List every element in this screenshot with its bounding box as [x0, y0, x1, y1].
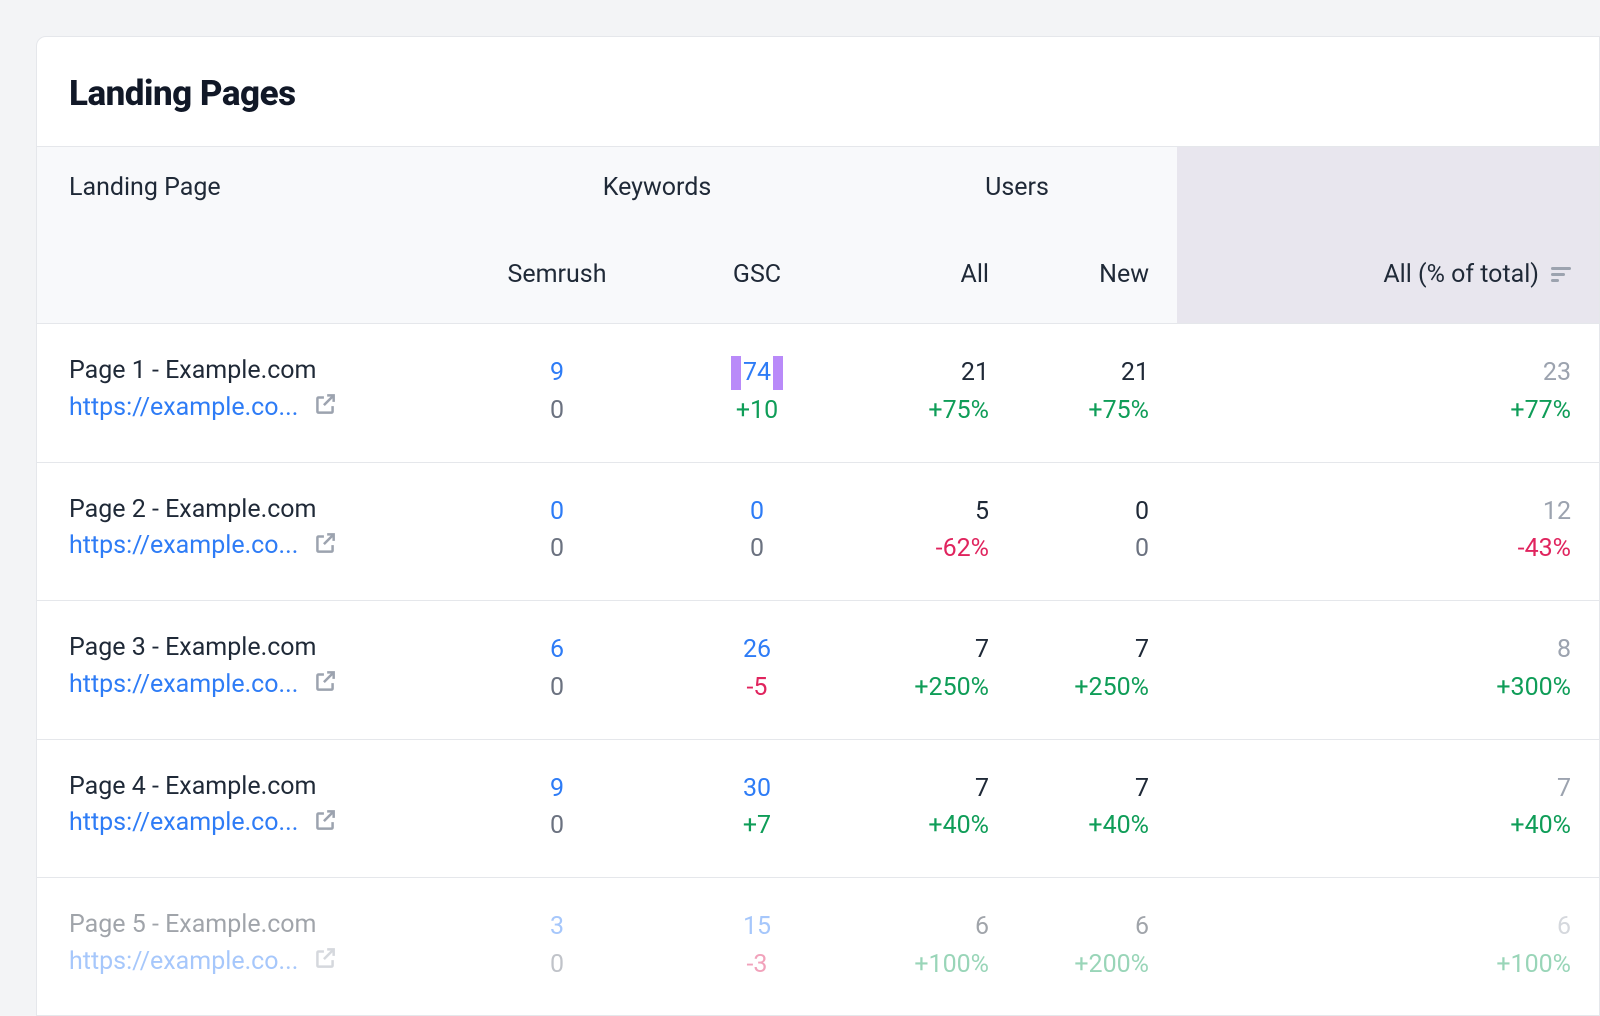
table-row: Page 3 - Example.com https://example.co..… — [37, 601, 1599, 740]
landing-page-url[interactable]: https://example.co... — [69, 531, 298, 560]
metric-cell: 00 — [457, 495, 657, 567]
metric-delta: 0 — [550, 671, 564, 705]
external-link-icon[interactable] — [312, 530, 338, 562]
metric-cell: 00 — [1017, 495, 1177, 567]
metric-delta: +7 — [743, 809, 771, 843]
metric-delta: 0 — [1135, 532, 1149, 566]
metric-cell: 6+100% — [1177, 910, 1599, 982]
metric-cell: 60 — [457, 633, 657, 705]
metric-delta: +100% — [1496, 948, 1571, 982]
col-group-users: Users — [857, 173, 1177, 202]
col-users-new[interactable]: New — [1017, 260, 1177, 289]
col-users-all[interactable]: All — [857, 260, 1017, 289]
landing-page-url[interactable]: https://example.co... — [69, 947, 298, 976]
metric-cell: 00 — [657, 495, 857, 567]
metric-delta: +10 — [736, 394, 778, 428]
metric-delta: +250% — [1074, 671, 1149, 705]
metric-cell: 5-62% — [857, 495, 1017, 567]
metric-delta: +250% — [914, 671, 989, 705]
external-link-icon[interactable] — [312, 668, 338, 700]
metric-cell: 7+40% — [1017, 772, 1177, 844]
metric-delta: +75% — [928, 394, 989, 428]
metric-delta: +40% — [1510, 809, 1571, 843]
external-link-icon[interactable] — [312, 807, 338, 839]
external-link-icon[interactable] — [312, 945, 338, 977]
metric-delta: 0 — [750, 532, 764, 566]
metric-delta: +200% — [1074, 948, 1149, 982]
metric-delta: 0 — [550, 394, 564, 428]
landing-page-title: Page 3 - Example.com — [69, 633, 457, 662]
col-gsc[interactable]: GSC — [657, 260, 857, 289]
metric-delta: +40% — [928, 809, 989, 843]
metric-delta: -5 — [747, 671, 768, 705]
metric-cell: 30+7 — [657, 772, 857, 844]
card-title: Landing Pages — [37, 37, 1599, 146]
metric-delta: 0 — [550, 532, 564, 566]
metric-delta: +40% — [1088, 809, 1149, 843]
metric-delta: +300% — [1496, 671, 1571, 705]
landing-page-cell: Page 4 - Example.com https://example.co..… — [37, 772, 457, 839]
col-semrush[interactable]: Semrush — [457, 260, 657, 289]
metric-cell: 7+250% — [857, 633, 1017, 705]
metric-delta: 0 — [550, 948, 564, 982]
metric-delta: -3 — [747, 948, 768, 982]
landing-page-title: Page 4 - Example.com — [69, 772, 457, 801]
metric-cell: 90 — [457, 356, 657, 428]
metric-cell: 74+10 — [657, 356, 857, 428]
landing-page-cell: Page 3 - Example.com https://example.co..… — [37, 633, 457, 700]
metric-cell: 90 — [457, 772, 657, 844]
metric-cell: 6+200% — [1017, 910, 1177, 982]
landing-page-cell: Page 5 - Example.com https://example.co..… — [37, 910, 457, 977]
table-row: Page 5 - Example.com https://example.co..… — [37, 878, 1599, 1016]
external-link-icon[interactable] — [312, 391, 338, 423]
metric-cell: 15-3 — [657, 910, 857, 982]
landing-page-url[interactable]: https://example.co... — [69, 670, 298, 699]
metric-cell: 30 — [457, 910, 657, 982]
metric-delta: -43% — [1518, 532, 1571, 566]
metric-cell: 23+77% — [1177, 356, 1599, 428]
table-header: Landing Page Keywords Users Semrush GSC … — [37, 146, 1599, 324]
landing-page-url[interactable]: https://example.co... — [69, 808, 298, 837]
col-sessions-all[interactable]: All (% of total) — [1177, 260, 1599, 289]
metric-cell: 21+75% — [857, 356, 1017, 428]
landing-page-url[interactable]: https://example.co... — [69, 393, 298, 422]
metric-cell: 7+250% — [1017, 633, 1177, 705]
col-sessions-all-label: All (% of total) — [1383, 260, 1539, 289]
col-group-keywords: Keywords — [457, 173, 857, 202]
table-row: Page 1 - Example.com https://example.co..… — [37, 324, 1599, 463]
landing-page-title: Page 1 - Example.com — [69, 356, 457, 385]
sort-desc-icon — [1551, 267, 1571, 283]
metric-cell: 7+40% — [857, 772, 1017, 844]
landing-page-cell: Page 1 - Example.com https://example.co..… — [37, 356, 457, 423]
table-row: Page 4 - Example.com https://example.co..… — [37, 740, 1599, 879]
metric-delta: 0 — [550, 809, 564, 843]
metric-cell: 8+300% — [1177, 633, 1599, 705]
metric-delta: +100% — [914, 948, 989, 982]
metric-delta: +75% — [1088, 394, 1149, 428]
col-landing-page[interactable]: Landing Page — [37, 173, 457, 202]
landing-page-cell: Page 2 - Example.com https://example.co..… — [37, 495, 457, 562]
metric-cell: 26-5 — [657, 633, 857, 705]
landing-pages-card: Landing Pages Landing Page Keywords User… — [36, 36, 1600, 1016]
table-row: Page 2 - Example.com https://example.co..… — [37, 463, 1599, 602]
landing-page-title: Page 2 - Example.com — [69, 495, 457, 524]
landing-page-title: Page 5 - Example.com — [69, 910, 457, 939]
metric-cell: 7+40% — [1177, 772, 1599, 844]
metric-delta: +77% — [1510, 394, 1571, 428]
table-body: Page 1 - Example.com https://example.co..… — [37, 324, 1599, 1016]
metric-cell: 12-43% — [1177, 495, 1599, 567]
metric-cell: 6+100% — [857, 910, 1017, 982]
metric-cell: 21+75% — [1017, 356, 1177, 428]
metric-delta: -62% — [936, 532, 989, 566]
